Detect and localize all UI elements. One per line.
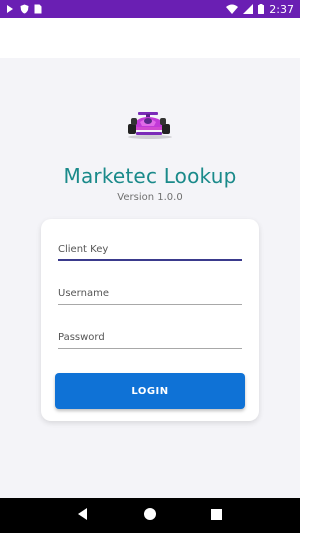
status-right: 2:37: [226, 3, 294, 16]
home-icon: [143, 507, 156, 525]
system-nav-bar: [0, 498, 300, 533]
recents-button[interactable]: [207, 506, 227, 526]
password-field: [58, 327, 242, 349]
status-bar: 2:37: [0, 0, 300, 18]
recents-icon: [211, 507, 223, 525]
username-input[interactable]: [58, 283, 242, 304]
app-title: Marketec Lookup: [63, 164, 237, 188]
login-screen: Marketec Lookup Version 1.0.0 LOGIN: [0, 58, 300, 498]
sim-card-icon: [34, 4, 42, 14]
back-icon: [77, 507, 89, 525]
race-car-logo: [124, 108, 176, 140]
home-button[interactable]: [140, 506, 160, 526]
app-bar: [0, 18, 300, 58]
login-card: LOGIN: [41, 219, 259, 421]
password-input[interactable]: [58, 327, 242, 348]
login-button[interactable]: LOGIN: [55, 373, 245, 409]
status-time: 2:37: [269, 2, 294, 16]
client-key-input[interactable]: [58, 239, 242, 260]
username-field: [58, 283, 242, 305]
shield-icon: [20, 4, 29, 14]
back-button[interactable]: [73, 506, 93, 526]
client-key-field: [58, 239, 242, 261]
status-left: [6, 4, 42, 14]
wifi-icon: [226, 4, 239, 14]
cellular-signal-icon: [243, 4, 254, 14]
notification-icon: [6, 4, 15, 14]
version-label: Version 1.0.0: [117, 192, 183, 203]
battery-icon: [258, 4, 265, 14]
